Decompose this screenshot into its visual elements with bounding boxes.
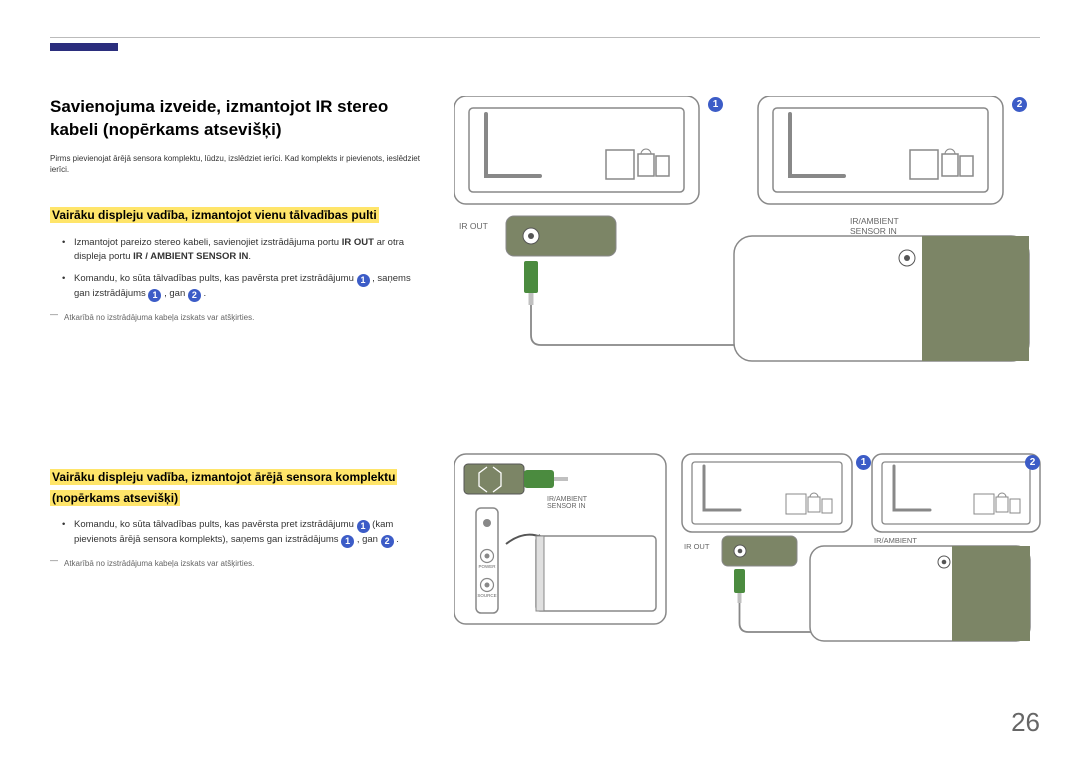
intro-text: Pirms pievienojat ārējā sensora komplekt… — [50, 154, 420, 176]
badge-1-icon: 1 — [148, 289, 161, 302]
badge-1-icon: 1 — [357, 274, 370, 287]
label-source: SOURCE — [475, 593, 499, 598]
badge-1-icon: 1 — [341, 535, 354, 548]
section1-note: Atkarībā no izstrādājuma kabeļa izskats … — [50, 310, 420, 322]
badge-2-icon: 2 — [188, 289, 201, 302]
diagram-badge-1: 1 — [708, 97, 723, 112]
badge-1-icon: 1 — [357, 520, 370, 533]
label-power: POWER — [475, 564, 499, 569]
section-2: Vairāku displeju vadība, izmantojot ārēj… — [50, 467, 420, 568]
header-rule — [50, 37, 1040, 38]
diagrams-svg: 1 2 IR OUT IR/AMBIE — [454, 96, 1044, 696]
accent-bar — [50, 43, 118, 51]
diagram-badge-2: 2 — [1025, 455, 1040, 470]
diagram-badge-1: 1 — [856, 455, 871, 470]
section2-note: Atkarībā no izstrādājuma kabeļa izskats … — [50, 556, 420, 568]
section2-bullet-1: Komandu, ko sūta tālvadības pults, kas p… — [50, 518, 420, 548]
left-column: Savienojuma izveide, izmantojot IR stere… — [50, 96, 420, 568]
diagram-area: 1 2 IR OUT IR/AMBIE — [454, 96, 1044, 696]
page-number: 26 — [1011, 707, 1040, 738]
diagram-badge-2: 2 — [1012, 97, 1027, 112]
section1-bullet-1: Izmantojot pareizo stereo kabeli, savien… — [50, 236, 420, 265]
section-1: Vairāku displeju vadība, izmantojot vien… — [50, 205, 420, 322]
label-ir-ambient: IR/AMBIENTSENSOR IN — [850, 216, 930, 236]
label-ir-out: IR OUT — [459, 221, 488, 230]
label-ir-ambient-sensor-in: IR/AMBIENTSENSOR IN — [547, 496, 637, 510]
section2-title: Vairāku displeju vadība, izmantojot ārēj… — [50, 469, 397, 505]
section1-title: Vairāku displeju vadība, izmantojot vien… — [50, 207, 379, 223]
label-ir-out-2: IR OUT — [684, 542, 709, 550]
badge-2-icon: 2 — [381, 535, 394, 548]
page-heading: Savienojuma izveide, izmantojot IR stere… — [50, 96, 420, 142]
section1-bullet-2: Komandu, ko sūta tālvadības pults, kas p… — [50, 272, 420, 302]
